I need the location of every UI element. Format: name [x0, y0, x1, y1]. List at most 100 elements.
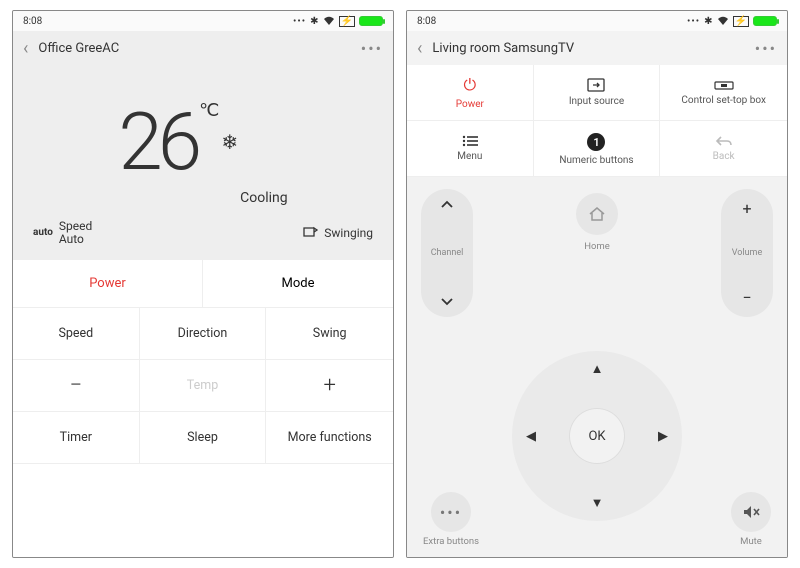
volume-up-button[interactable]: + [742, 199, 751, 218]
bluetooth-icon: ✱ [704, 16, 712, 27]
power-button[interactable]: ⏻ Power [407, 65, 534, 121]
temperature-unit: ℃ [199, 100, 219, 121]
tv-body: ⏻ Power Input source Control set-top box [407, 65, 787, 557]
input-icon [587, 78, 605, 92]
mute-label: Mute [740, 536, 762, 547]
status-time: 8:08 [23, 16, 42, 27]
more-functions-button[interactable]: More functions [266, 412, 393, 464]
header: ‹ Living room SamsungTV ••• [407, 31, 787, 65]
power-icon: ⏻ [464, 75, 477, 95]
signal-icon: ••• [293, 16, 306, 27]
back-arrow-icon [715, 135, 733, 147]
header: ‹ Office GreeAC ••• [13, 31, 393, 65]
tv-control-area: Channel Home + Volume − [407, 177, 787, 557]
temperature-display: 26 ℃ ❄ Cooling [13, 65, 393, 220]
mode-button[interactable]: Mode [203, 260, 393, 308]
extra-label: Extra buttons [423, 536, 479, 547]
extra-buttons-button[interactable]: ••• [431, 492, 471, 532]
battery-icon [359, 16, 383, 26]
direction-button[interactable]: Direction [140, 308, 267, 360]
swing-status: Swinging [302, 225, 373, 241]
stb-icon [714, 79, 734, 91]
more-icon[interactable]: ••• [361, 39, 383, 58]
back-icon[interactable]: ‹ [23, 38, 28, 59]
status-icons: ••• ✱ ⚡ [687, 16, 777, 27]
dpad-down-button[interactable]: ▼ [591, 495, 604, 511]
dpad-right-button[interactable]: ▶ [658, 429, 668, 444]
speed-status: auto Speed Auto [33, 220, 92, 246]
power-label: Power [456, 99, 484, 110]
numeric-button[interactable]: 1 Numeric buttons [534, 121, 661, 177]
auto-icon: auto [33, 227, 53, 238]
mute-button[interactable] [731, 492, 771, 532]
channel-down-button[interactable] [440, 297, 454, 307]
channel-up-button[interactable] [440, 199, 454, 209]
tv-controls-row: Channel Home + Volume − [421, 189, 773, 317]
charge-icon: ⚡ [733, 16, 749, 27]
input-source-button[interactable]: Input source [534, 65, 661, 121]
speed-button[interactable]: Speed [13, 308, 140, 360]
numeric-label: Numeric buttons [559, 155, 633, 166]
sleep-button[interactable]: Sleep [140, 412, 267, 464]
back-label: Back [713, 151, 735, 162]
input-label: Input source [569, 96, 624, 107]
volume-rocker: + Volume − [721, 189, 773, 317]
stb-button[interactable]: Control set-top box [660, 65, 787, 121]
ok-button[interactable]: OK [569, 408, 625, 464]
volume-label: Volume [732, 248, 762, 258]
power-button[interactable]: Power [13, 260, 203, 308]
temp-up-button[interactable]: + [266, 360, 393, 412]
charge-icon: ⚡ [339, 16, 355, 27]
back-icon[interactable]: ‹ [417, 38, 422, 59]
signal-icon: ••• [687, 16, 700, 27]
swing-button[interactable]: Swing [266, 308, 393, 360]
swing-icon [302, 225, 318, 241]
wifi-icon [323, 16, 335, 26]
minus-icon: − [70, 373, 83, 398]
plus-icon: + [323, 373, 335, 398]
numeric-icon: 1 [587, 131, 605, 152]
menu-button[interactable]: Menu [407, 121, 534, 177]
back-button[interactable]: Back [660, 121, 787, 177]
mute-group: Mute [731, 492, 771, 547]
swing-label: Swinging [324, 226, 373, 240]
channel-rocker: Channel [421, 189, 473, 317]
dots-icon: ••• [440, 503, 462, 522]
tv-tile-grid: ⏻ Power Input source Control set-top box [407, 65, 787, 177]
home-column: Home [576, 189, 618, 317]
menu-icon [462, 135, 478, 147]
ac-display-panel: 26 ℃ ❄ Cooling auto Speed Auto Swinging [13, 65, 393, 260]
mute-icon [742, 505, 760, 519]
home-label: Home [584, 241, 610, 252]
extra-buttons-group: ••• Extra buttons [423, 492, 479, 547]
stb-label: Control set-top box [681, 95, 766, 106]
bluetooth-icon: ✱ [310, 16, 318, 27]
dpad-left-button[interactable]: ◀ [526, 429, 536, 444]
speed-value: Auto [59, 233, 92, 246]
page-title: Office GreeAC [38, 41, 350, 56]
status-time: 8:08 [417, 16, 436, 27]
channel-label: Channel [431, 248, 464, 258]
status-icons: ••• ✱ ⚡ [293, 16, 383, 27]
dpad: ▲ ▼ ◀ ▶ OK [512, 351, 682, 521]
home-button[interactable] [576, 193, 618, 235]
ok-label: OK [588, 429, 605, 444]
ac-status-row: auto Speed Auto Swinging [13, 220, 393, 260]
dpad-up-button[interactable]: ▲ [591, 361, 604, 377]
status-bar: 8:08 ••• ✱ ⚡ [407, 11, 787, 31]
more-icon[interactable]: ••• [755, 39, 777, 58]
mode-status: Cooling [240, 190, 287, 206]
ac-button-grid: Power Mode Speed Direction Swing − Temp … [13, 260, 393, 557]
temp-label: Temp [140, 360, 267, 412]
temp-down-button[interactable]: − [13, 360, 140, 412]
temperature-value: 26 [118, 102, 197, 182]
snowflake-icon: ❄ [221, 130, 238, 154]
phone-ac: 8:08 ••• ✱ ⚡ ‹ Office GreeAC ••• 26 ℃ ❄ … [12, 10, 394, 558]
page-title: Living room SamsungTV [432, 41, 744, 56]
dpad-area: ▲ ▼ ◀ ▶ OK ••• Extra buttons Mute [421, 327, 773, 545]
phone-tv: 8:08 ••• ✱ ⚡ ‹ Living room SamsungTV •••… [406, 10, 788, 558]
battery-icon [753, 16, 777, 26]
timer-button[interactable]: Timer [13, 412, 140, 464]
volume-down-button[interactable]: − [742, 288, 751, 307]
status-bar: 8:08 ••• ✱ ⚡ [13, 11, 393, 31]
